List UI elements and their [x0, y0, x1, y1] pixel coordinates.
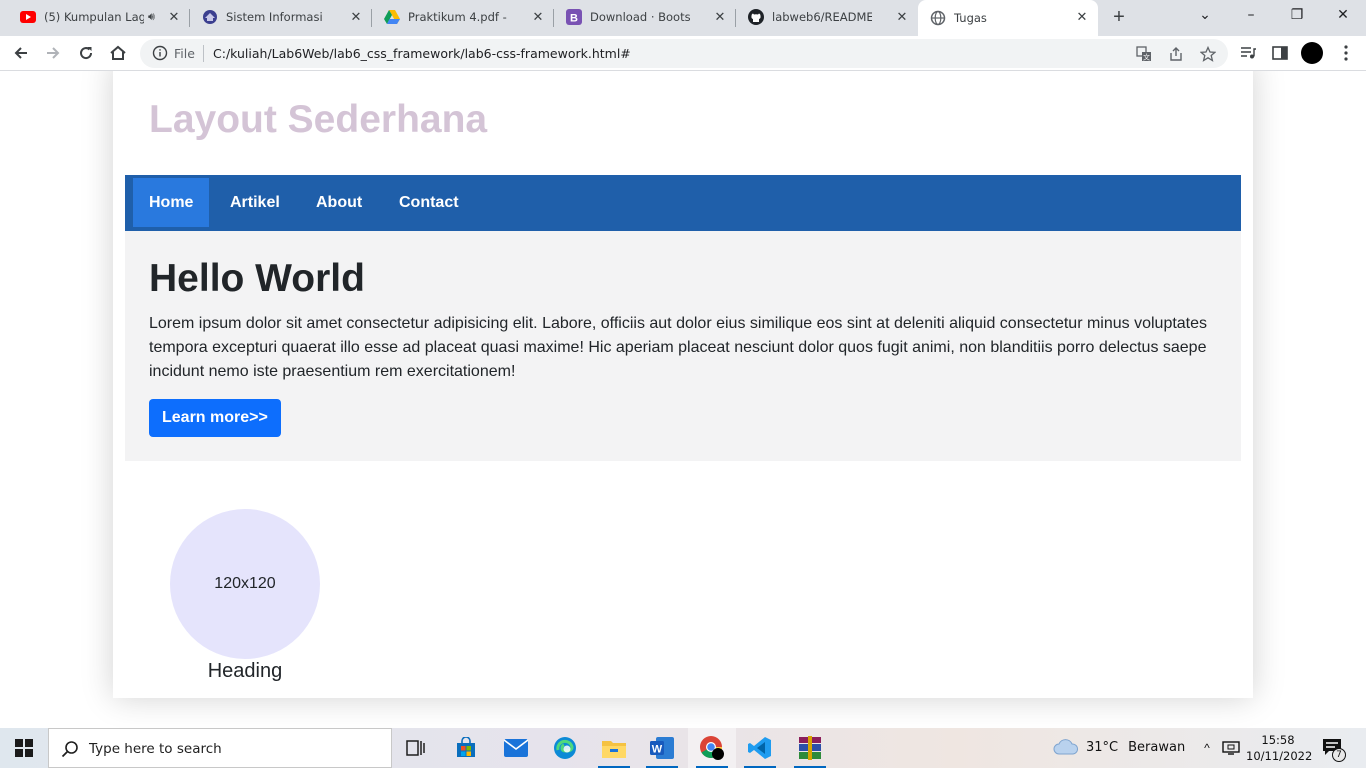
learn-more-button[interactable]: Learn more>>	[149, 399, 281, 437]
main-nav: Home Artikel About Contact	[125, 175, 1241, 231]
placeholder-label: 120x120	[214, 575, 276, 592]
home-icon	[110, 45, 126, 60]
close-tab-icon[interactable]: ✕	[712, 9, 728, 25]
reload-icon	[80, 47, 93, 60]
home-button[interactable]	[106, 41, 130, 65]
nav-home[interactable]: Home	[133, 178, 210, 227]
close-window-button[interactable]: ✕	[1320, 0, 1366, 32]
tab-sistem-informasi[interactable]: Sistem Informasi Akademik ✕	[190, 0, 372, 34]
tab-title: Download · Bootstrap	[590, 10, 690, 24]
omnibox-divider	[203, 45, 204, 62]
weather-condition: Berawan	[1128, 739, 1186, 755]
bookmark-star-icon[interactable]	[1198, 44, 1218, 64]
hero-section: Hello World Lorem ipsum dolor sit amet c…	[125, 231, 1241, 461]
close-tab-icon[interactable]: ✕	[348, 9, 364, 25]
card-heading: Heading	[207, 660, 283, 682]
clock-date: 10/11/2022	[1246, 749, 1313, 763]
new-tab-button[interactable]: +	[1108, 6, 1130, 28]
globe-icon	[930, 10, 946, 26]
tab-title: Tugas	[954, 11, 987, 25]
microsoft-store-icon[interactable]	[442, 728, 490, 768]
edge-browser-icon[interactable]	[541, 728, 589, 768]
chrome-icon[interactable]	[688, 728, 736, 768]
notification-badge: 7	[1332, 748, 1346, 762]
tab-title: Praktikum 4.pdf - Google Drive	[408, 10, 508, 24]
address-bar[interactable]: File C:/kuliah/Lab6Web/lab6_css_framewor…	[140, 39, 1228, 68]
close-tab-icon[interactable]: ✕	[894, 9, 910, 25]
show-hidden-icons-chevron-icon[interactable]: ^	[1198, 740, 1216, 756]
tab-github[interactable]: labweb6/README.md ✕	[736, 0, 918, 34]
hero-heading: Hello World	[149, 257, 365, 300]
start-button[interactable]	[0, 728, 48, 768]
svg-text:B: B	[570, 13, 578, 25]
minimize-button[interactable]: –	[1228, 0, 1274, 32]
svg-text:W: W	[652, 744, 663, 756]
search-placeholder: Type here to search	[89, 741, 222, 757]
forward-button[interactable]	[41, 41, 65, 65]
windows-logo-icon	[15, 739, 33, 757]
page-viewport: Layout Sederhana Home Artikel About Cont…	[0, 71, 1366, 728]
tab-title: Sistem Informasi Akademik	[226, 10, 326, 24]
nav-artikel[interactable]: Artikel	[214, 178, 296, 227]
tab-youtube[interactable]: (5) Kumpulan Lagu 🔊︎ ✕	[8, 0, 190, 34]
nav-contact[interactable]: Contact	[383, 178, 475, 227]
cloud-icon	[1053, 739, 1079, 755]
word-icon[interactable]: W	[638, 728, 686, 768]
windows-taskbar: Type here to search W 31°C Berawan ^ 15:…	[0, 728, 1366, 768]
url-text[interactable]: C:/kuliah/Lab6Web/lab6_css_framework/lab…	[213, 46, 631, 61]
weather-temp: 31°C	[1086, 739, 1119, 755]
system-clock[interactable]: 15:58 10/11/2022	[1246, 732, 1313, 764]
github-icon	[748, 9, 764, 25]
hero-paragraph: Lorem ipsum dolor sit amet consectetur a…	[149, 315, 1208, 380]
scheme-label: File	[174, 46, 195, 61]
media-queue-icon[interactable]	[1236, 41, 1260, 65]
close-tab-icon[interactable]: ✕	[166, 9, 182, 25]
profile-avatar[interactable]	[1300, 41, 1324, 65]
side-panel-icon[interactable]	[1268, 41, 1292, 65]
tab-title: (5) Kumpulan Lagu	[44, 10, 144, 24]
notification-center[interactable]: 7	[1322, 738, 1346, 762]
clock-time: 15:58	[1261, 733, 1295, 747]
youtube-icon	[20, 9, 36, 25]
restore-button[interactable]: ❐	[1274, 0, 1320, 32]
tab-google-drive[interactable]: Praktikum 4.pdf - Google Drive ✕	[372, 0, 554, 34]
mail-icon[interactable]	[492, 728, 540, 768]
reload-button[interactable]	[74, 41, 98, 65]
nav-about[interactable]: About	[300, 178, 378, 227]
vscode-icon[interactable]	[736, 728, 784, 768]
browser-tab-strip: (5) Kumpulan Lagu 🔊︎ ✕ Sistem Informasi …	[0, 0, 1366, 36]
translate-icon[interactable]: 文	[1134, 44, 1154, 64]
site-title: Layout Sederhana	[149, 98, 488, 141]
file-explorer-icon[interactable]	[590, 728, 638, 768]
tab-title: labweb6/README.md	[772, 10, 872, 24]
arrow-left-icon	[14, 47, 27, 59]
display-icon[interactable]	[1222, 740, 1240, 756]
tab-tugas[interactable]: Tugas ✕	[918, 0, 1098, 36]
tab-bootstrap[interactable]: B Download · Bootstrap ✕	[554, 0, 736, 34]
browser-toolbar: File C:/kuliah/Lab6Web/lab6_css_framewor…	[0, 36, 1366, 71]
search-icon	[61, 741, 78, 758]
audio-playing-icon[interactable]: 🔊︎	[148, 11, 162, 24]
tab-search-chevron-icon[interactable]: ⌄	[1182, 0, 1228, 32]
task-view-icon[interactable]	[392, 728, 440, 768]
bootstrap-icon: B	[566, 9, 582, 25]
university-icon	[202, 9, 218, 25]
close-tab-icon[interactable]: ✕	[1074, 9, 1090, 25]
taskbar-search-box[interactable]: Type here to search	[48, 728, 392, 768]
menu-kebab-icon[interactable]	[1334, 41, 1358, 65]
back-button[interactable]	[9, 41, 33, 65]
winrar-icon[interactable]	[786, 728, 834, 768]
page-container: Layout Sederhana Home Artikel About Cont…	[113, 71, 1253, 698]
weather-widget[interactable]: 31°C Berawan	[1053, 739, 1185, 755]
close-tab-icon[interactable]: ✕	[530, 9, 546, 25]
arrow-right-icon	[47, 47, 60, 59]
card-image-placeholder: 120x120	[170, 509, 320, 659]
share-icon[interactable]	[1166, 44, 1186, 64]
info-icon[interactable]	[152, 45, 168, 61]
svg-text:文: 文	[1143, 53, 1150, 62]
google-drive-icon	[384, 9, 400, 25]
